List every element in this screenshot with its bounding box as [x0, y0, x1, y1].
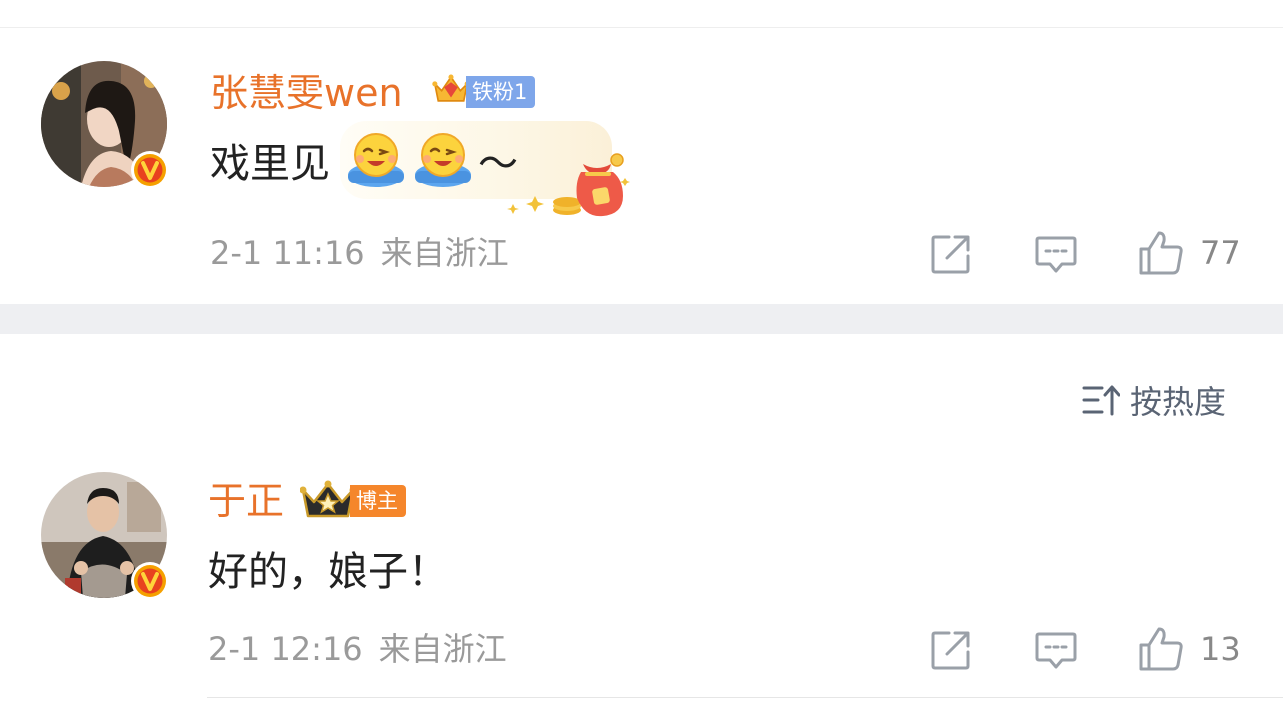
share-icon[interactable] [929, 628, 973, 672]
comment-time: 2-1 11:16 [210, 234, 365, 272]
comment-location: 来自浙江 [380, 234, 509, 272]
sort-toggle-button[interactable]: 按热度 [1082, 378, 1226, 422]
username[interactable]: 于正 [208, 482, 284, 520]
section-divider [0, 304, 1283, 334]
comment-text: 戏里见 [210, 141, 330, 187]
verified-badge-icon [131, 562, 169, 600]
lucky-bag-decoration-icon [507, 153, 630, 217]
like-count: 13 [1200, 630, 1241, 668]
like-icon[interactable] [1137, 625, 1185, 673]
comment-time: 2-1 12:16 [208, 630, 363, 668]
comment-meta: 2-1 12:16 来自浙江 [208, 633, 507, 665]
username[interactable]: 张慧雯wen [210, 74, 403, 112]
comment-icon[interactable] [1034, 232, 1078, 276]
comment-icon[interactable] [1034, 628, 1078, 672]
like-icon[interactable] [1137, 229, 1185, 277]
sort-icon [1082, 385, 1120, 416]
fan-level-badge: 铁粉1 [466, 76, 536, 108]
bottom-divider [207, 697, 1283, 698]
like-count: 77 [1200, 234, 1241, 272]
blogger-badge: 博主 [350, 485, 406, 517]
share-icon[interactable] [929, 232, 973, 276]
sort-label: 按热度 [1130, 383, 1227, 421]
verified-badge-icon [131, 151, 169, 189]
comment-location: 来自浙江 [378, 630, 507, 668]
wink-hands-emoji-icon [348, 133, 404, 187]
top-divider [0, 27, 1283, 28]
comment-list: 张慧雯wen 铁粉1 戏里见 ～ 2-1 11:16 来自浙江 77 按热度 于… [0, 0, 1283, 716]
blogger-crown-icon [300, 480, 356, 518]
comment-text: 好的，娘子！ [208, 549, 448, 595]
comment-meta: 2-1 11:16 来自浙江 [210, 237, 509, 269]
wink-hands-emoji-icon [415, 133, 471, 187]
